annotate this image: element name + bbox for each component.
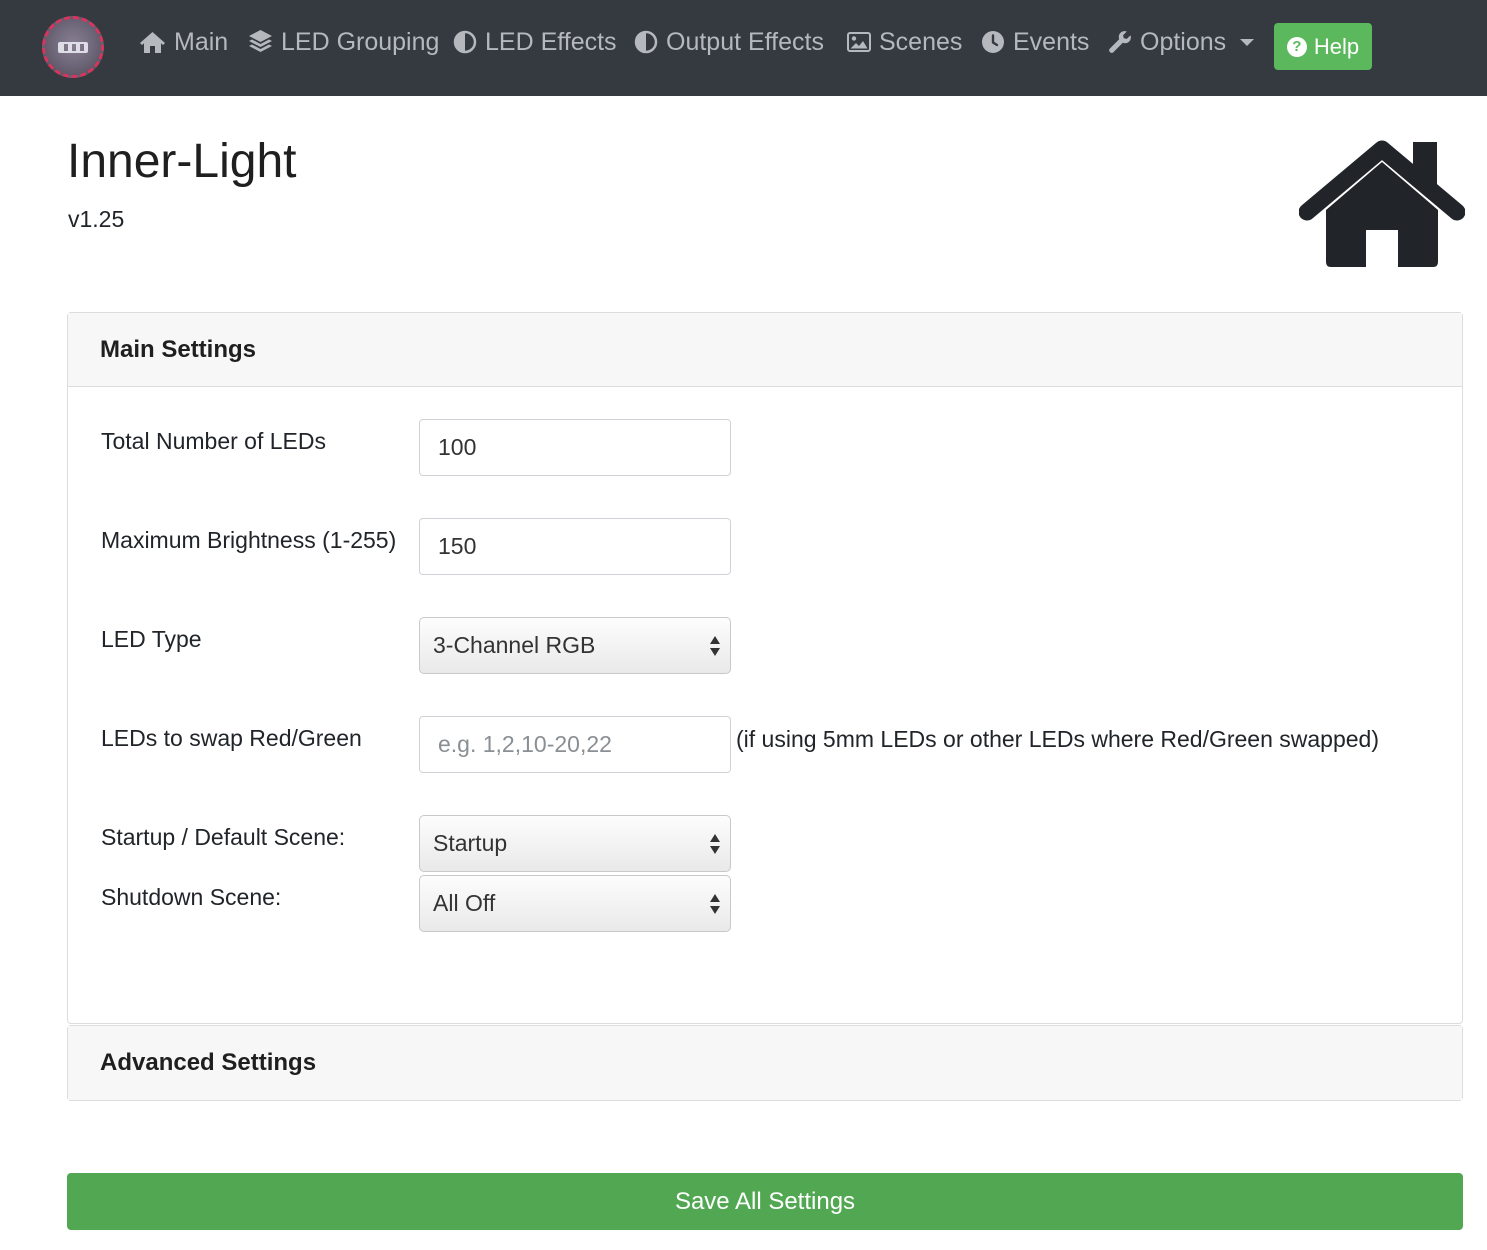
startup-scene-select[interactable]: Startup [419, 815, 731, 872]
swap-rg-input[interactable] [419, 716, 731, 773]
led-type-label: LED Type [101, 626, 202, 652]
navbar: Main LED Grouping LED Effects Output Eff… [0, 0, 1487, 96]
nav-scenes-label: Scenes [879, 27, 963, 56]
question-circle-icon: ? [1286, 36, 1307, 57]
select-arrows-icon [710, 635, 720, 657]
save-all-settings-button[interactable]: Save All Settings [67, 1173, 1463, 1230]
select-arrows-icon [710, 893, 720, 915]
layers-icon [249, 30, 272, 52]
nav-options-dropdown[interactable]: Options [1108, 24, 1255, 60]
advanced-settings-card: Advanced Settings [67, 1025, 1463, 1101]
nav-output-effects-label: Output Effects [666, 27, 824, 56]
shutdown-scene-label: Shutdown Scene: [101, 884, 282, 910]
nav-main[interactable]: Main [139, 24, 228, 60]
home-icon [1299, 140, 1465, 267]
help-button-label: Help [1313, 33, 1360, 59]
startup-scene-value: Startup [433, 830, 508, 856]
image-icon [847, 32, 871, 52]
led-type-value: 3-Channel RGB [433, 632, 596, 658]
nav-options-label: Options [1140, 27, 1227, 56]
swap-rg-label: LEDs to swap Red/Green [101, 725, 362, 751]
max-brightness-label: Maximum Brightness (1-255) [101, 527, 397, 553]
nav-led-grouping-label: LED Grouping [281, 27, 440, 56]
brand-logo[interactable] [42, 16, 104, 78]
nav-main-label: Main [174, 27, 229, 56]
main-settings-card: Main Settings [67, 312, 1463, 1024]
led-type-select[interactable]: 3-Channel RGB [419, 617, 731, 674]
adjust-icon [634, 30, 658, 54]
nav-led-effects-label: LED Effects [485, 27, 617, 56]
startup-scene-label: Startup / Default Scene: [101, 824, 346, 850]
home-icon [140, 32, 165, 53]
nav-output-effects[interactable]: Output Effects [634, 24, 824, 60]
adjust-icon [453, 30, 477, 54]
shutdown-scene-select[interactable]: All Off [419, 875, 731, 932]
main-settings-header[interactable]: Main Settings [68, 313, 1462, 387]
chevron-down-icon [1240, 38, 1255, 46]
nav-events[interactable]: Events [981, 24, 1089, 60]
select-arrows-icon [710, 833, 720, 855]
max-brightness-input[interactable] [419, 518, 731, 575]
swap-rg-hint: (if using 5mm LEDs or other LEDs where R… [736, 726, 1380, 752]
nav-led-grouping[interactable]: LED Grouping [248, 24, 439, 60]
wrench-icon [1109, 31, 1131, 53]
led-strip-icon [58, 42, 88, 53]
advanced-settings-header[interactable]: Advanced Settings [68, 1026, 1462, 1100]
nav-led-effects[interactable]: LED Effects [453, 24, 617, 60]
version-text: v1.25 [68, 206, 125, 232]
help-button[interactable]: ? Help [1274, 23, 1372, 70]
total-leds-input[interactable] [419, 419, 731, 476]
total-leds-label: Total Number of LEDs [101, 428, 326, 454]
clock-icon [982, 31, 1004, 53]
shutdown-scene-value: All Off [433, 890, 496, 916]
page-title: Inner-Light [67, 135, 297, 188]
nav-scenes[interactable]: Scenes [847, 24, 962, 60]
nav-events-label: Events [1013, 27, 1090, 56]
